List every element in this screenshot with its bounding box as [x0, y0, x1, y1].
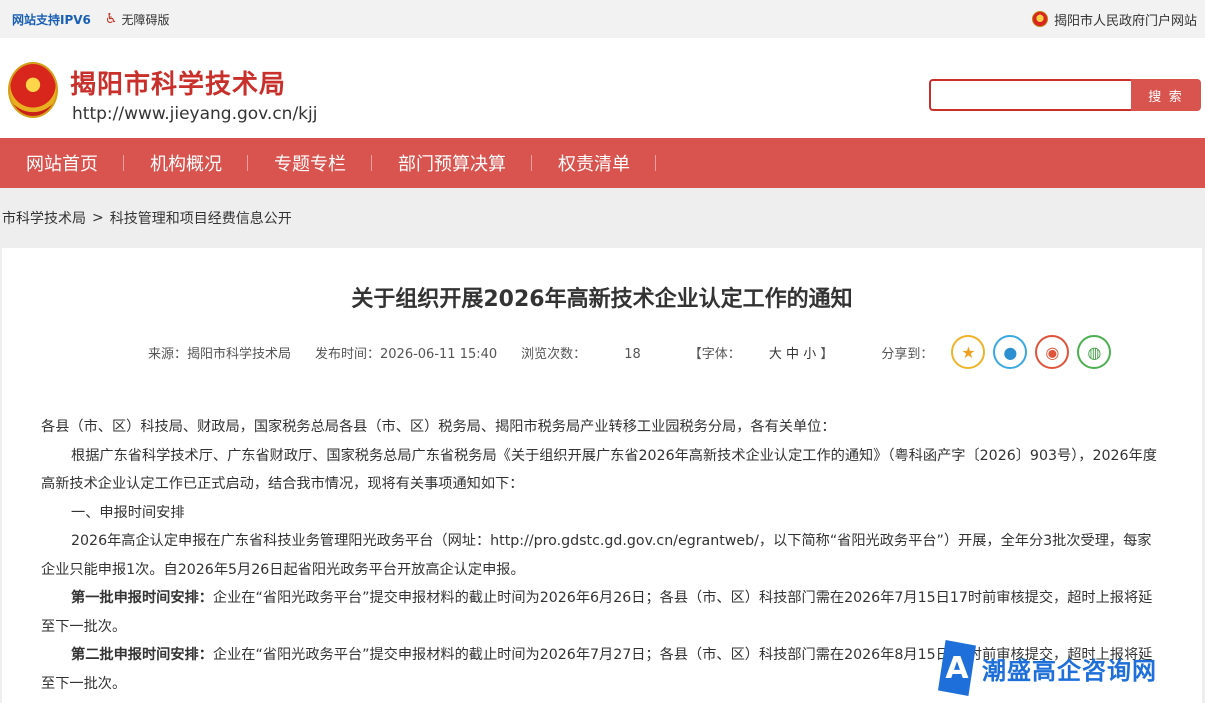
breadcrumb-current[interactable]: 科技管理和项目经费信息公开	[110, 208, 292, 228]
font-size-control: 【字体： 大 中 小 】	[689, 343, 858, 362]
share-label: 分享到：	[881, 346, 934, 362]
nav-item-powers-list[interactable]: 权责清单	[532, 138, 656, 188]
font-size-label: 【字体：	[688, 346, 741, 362]
national-emblem-small-icon	[1031, 11, 1048, 27]
site-header: 揭阳市科学技术局 http://www.jieyang.gov.cn/kjj 搜…	[0, 38, 1205, 138]
article-meta: 来源：揭阳市科学技术局 发布时间：2026-06-11 15:40 浏览次数： 1…	[148, 335, 1112, 369]
main-nav: 网站首页 机构概况 专题专栏 部门预算决算 权责清单	[0, 138, 1205, 188]
font-size-large[interactable]: 大	[769, 347, 782, 362]
site-url: http://www.jieyang.gov.cn/kjj	[72, 104, 318, 124]
paragraph-addressees: 各县（市、区）科技局、财政局，国家税务总局各县（市、区）税务局、揭阳市税务局产业…	[41, 419, 836, 435]
article-views: 浏览次数： 18	[521, 343, 665, 362]
paragraph-batch-1: 第一批申报时间安排：企业在“省阳光政务平台”提交申报材料的截止时间为2026年6…	[41, 584, 1159, 641]
qq-icon[interactable]: ●	[993, 335, 1028, 369]
font-size-close: 】	[820, 346, 834, 362]
accessibility-link[interactable]: ♿ 无障碍版	[105, 11, 170, 28]
nav-item-organization[interactable]: 机构概况	[124, 138, 248, 188]
font-size-medium[interactable]: 中	[786, 347, 799, 362]
watermark: A 潮盛高企咨询网	[938, 640, 1157, 696]
breadcrumb: 市科学技术局 > 科技管理和项目经费信息公开	[0, 188, 1205, 248]
views-label: 浏览次数：	[521, 346, 587, 362]
portal-label: 揭阳市人民政府门户网站	[1053, 13, 1197, 29]
wechat-icon[interactable]: ◍	[1077, 335, 1112, 369]
font-size-small[interactable]: 小	[803, 347, 816, 362]
article-publish-time: 发布时间：2026-06-11 15:40	[315, 346, 498, 362]
accessibility-label: 无障碍版	[121, 12, 170, 27]
top-utility-bar: 网站支持IPV6 ♿ 无障碍版 揭阳市人民政府门户网站	[0, 0, 1205, 38]
batch-1-label: 第一批申报时间安排：	[71, 590, 213, 606]
share-icons: ★ ● ◉ ◍	[951, 335, 1112, 369]
batch-2-label: 第二批申报时间安排：	[71, 647, 213, 663]
favorite-star-icon[interactable]: ★	[951, 335, 986, 369]
article-title: 关于组织开展2026年高新技术企业认定工作的通知	[351, 287, 853, 312]
search-box: 搜 索	[929, 79, 1201, 111]
section-heading-schedule: 一、申报时间安排	[71, 504, 185, 521]
watermark-logo-icon: A	[938, 640, 976, 696]
article-source: 来源：揭阳市科学技术局	[148, 346, 292, 362]
weibo-icon[interactable]: ◉	[1035, 335, 1070, 369]
nav-item-budget[interactable]: 部门预算决算	[372, 138, 532, 188]
ipv6-link[interactable]: 网站支持IPV6	[12, 11, 91, 28]
portal-link[interactable]: 揭阳市人民政府门户网站	[1031, 10, 1197, 29]
search-button[interactable]: 搜 索	[1131, 79, 1201, 111]
national-emblem-logo	[8, 62, 58, 118]
topbar-left: 网站支持IPV6 ♿ 无障碍版	[12, 11, 169, 28]
paragraph-platform: 2026年高企认定申报在广东省科技业务管理阳光政务平台（网址：http://pr…	[41, 533, 1152, 578]
article-panel: 关于组织开展2026年高新技术企业认定工作的通知 来源：揭阳市科学技术局 发布时…	[2, 248, 1202, 703]
watermark-text: 潮盛高企咨询网	[982, 656, 1157, 685]
search-input[interactable]	[929, 79, 1131, 111]
nav-item-home[interactable]: 网站首页	[0, 138, 124, 188]
breadcrumb-separator: >	[92, 210, 104, 226]
nav-item-topics[interactable]: 专题专栏	[248, 138, 372, 188]
wheelchair-icon: ♿	[104, 11, 118, 27]
site-title[interactable]: 揭阳市科学技术局	[70, 64, 286, 101]
breadcrumb-home[interactable]: 市科学技术局	[2, 208, 86, 228]
views-count: 18	[624, 346, 641, 362]
paragraph-basis: 根据广东省科学技术厅、广东省财政厅、国家税务总局广东省税务局《关于组织开展广东省…	[41, 447, 1157, 493]
